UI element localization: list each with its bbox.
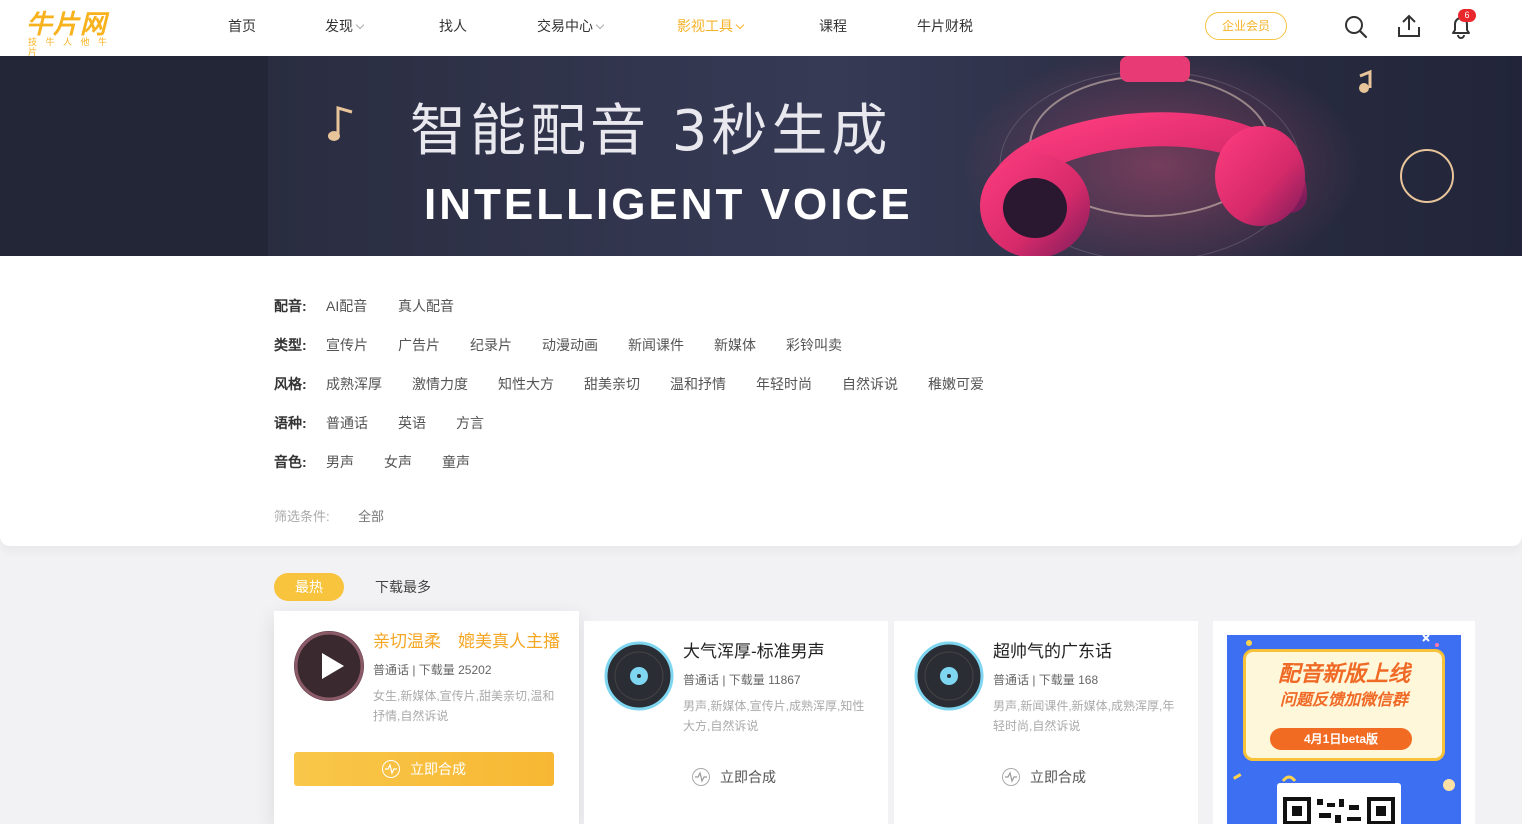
vinyl-disc-icon[interactable] [914,641,984,711]
nav-label: 影视工具 [677,18,733,34]
nav-label: 交易中心 [537,18,593,34]
top-navbar: 牛片网 技 牛 人 他 牛 片 首页 发现 找人 交易中心 影视工具 课程 牛片… [0,0,1522,57]
promo-banner[interactable]: 配音新版上线 问题反馈加微信群 4月1日beta版 [1227,635,1461,824]
nav-label: 找人 [439,18,467,34]
play-button[interactable] [294,631,364,701]
synthesize-link[interactable]: 立即合成 [692,767,776,787]
filter-option[interactable]: 童声 [442,452,470,472]
selected-conditions-value[interactable]: 全部 [358,508,384,526]
qr-code-icon [1277,783,1401,824]
promo-date-badge: 4月1日beta版 [1270,728,1412,750]
voice-card[interactable]: 亲切温柔 媲美真人主播 普通话 | 下载量 25202 女生,新媒体,宣传片,甜… [274,611,579,824]
promo-subtitle: 问题反馈加微信群 [1279,692,1408,709]
synthesize-label: 立即合成 [720,769,776,785]
filter-option[interactable]: 男声 [326,452,354,472]
filter-option[interactable]: 普通话 [326,413,368,433]
promo-card[interactable]: 配音新版上线 问题反馈加微信群 4月1日beta版 [1213,621,1475,824]
nav-finance-tax[interactable]: 牛片财税 [917,17,973,35]
enterprise-member-button[interactable]: 企业会员 [1205,12,1287,40]
logo-tagline: 技 牛 人 他 牛 片 [28,37,111,57]
nav-video-tools[interactable]: 影视工具 [677,17,745,35]
upload-icon[interactable] [1396,12,1422,40]
filter-option[interactable]: 自然诉说 [842,374,898,394]
filter-option[interactable]: 纪录片 [470,335,512,355]
filter-option[interactable]: 广告片 [398,335,440,355]
promo-notice: 配音新版上线 问题反馈加微信群 4月1日beta版 [1243,649,1445,761]
nav-label: 首页 [228,18,256,34]
filter-label: 音色: [274,454,307,470]
nav-find-people[interactable]: 找人 [439,17,467,35]
filter-option[interactable]: 激情力度 [412,374,468,394]
voice-title: 大气浑厚-标准男声 [683,642,825,661]
nav-label: 牛片财税 [917,18,973,34]
voice-title: 超帅气的广东话 [993,642,1112,661]
filter-label: 配音: [274,298,307,314]
tab-hottest[interactable]: 最热 [274,573,344,601]
filter-option[interactable]: 成熟浑厚 [326,374,382,394]
filter-option[interactable]: 方言 [456,413,484,433]
notification-badge: 6 [1458,9,1476,22]
headphones-illustration [960,56,1454,256]
waveform-icon [692,768,710,786]
waveform-icon [1002,768,1020,786]
logo-text: 牛片网 [26,9,108,39]
filter-option[interactable]: 宣传片 [326,335,368,355]
hero-banner: 智能配音 3秒生成 INTELLIGENT VOICE [0,56,1522,256]
tab-most-downloaded[interactable]: 下载最多 [375,577,431,597]
voice-tags: 男声,新闻课件,新媒体,成熟浑厚,年轻时尚,自然诉说 [993,699,1175,733]
filter-option[interactable]: 彩铃叫卖 [786,335,842,355]
filter-option[interactable]: 甜美亲切 [584,374,640,394]
nav-home[interactable]: 首页 [228,17,256,35]
synthesize-label: 立即合成 [410,761,466,777]
music-note-icon [328,106,353,141]
voice-card[interactable]: 大气浑厚-标准男声 普通话 | 下载量 11867 男声,新媒体,宣传片,成熟浑… [584,621,888,824]
nav-trade-center[interactable]: 交易中心 [537,17,605,35]
filter-option[interactable]: 真人配音 [398,296,454,316]
filter-option[interactable]: AI配音 [326,296,367,316]
filter-option[interactable]: 女声 [384,452,412,472]
filter-option[interactable]: 知性大方 [498,374,554,394]
nav-courses[interactable]: 课程 [819,17,847,35]
banner-subtitle: INTELLIGENT VOICE [424,180,913,229]
site-logo[interactable]: 牛片网 技 牛 人 他 牛 片 [26,9,126,57]
banner-title: 智能配音 3秒生成 [410,99,892,164]
synthesize-link[interactable]: 立即合成 [1002,767,1086,787]
synthesize-label: 立即合成 [1030,769,1086,785]
voice-meta: 普通话 | 下载量 25202 [373,663,492,677]
chevron-down-icon [355,20,365,30]
filter-option[interactable]: 新闻课件 [628,335,684,355]
chevron-down-icon [735,20,745,30]
vinyl-disc-icon[interactable] [604,641,674,711]
filter-option[interactable]: 温和抒情 [670,374,726,394]
search-icon[interactable] [1343,12,1369,40]
voice-tags: 男声,新媒体,宣传片,成熟浑厚,知性大方,自然诉说 [683,699,865,733]
filter-option[interactable]: 年轻时尚 [756,374,812,394]
synthesize-button[interactable]: 立即合成 [294,752,554,786]
filter-option[interactable]: 稚嫩可爱 [928,374,984,394]
selected-conditions-label: 筛选条件: [274,509,330,524]
nav-discover[interactable]: 发现 [325,17,365,35]
filter-label: 风格: [274,376,307,392]
chevron-down-icon [595,20,605,30]
filter-label: 类型: [274,337,307,353]
filter-label: 语种: [274,415,307,431]
voice-meta: 普通话 | 下载量 168 [993,673,1099,687]
voice-tags: 女生,新媒体,宣传片,甜美亲切,温和抒情,自然诉说 [373,689,555,723]
filter-panel: 配音: AI配音 真人配音 类型: 宣传片 广告片 纪录片 动漫动画 新闻课件 … [0,256,1522,546]
filter-option[interactable]: 英语 [398,413,426,433]
voice-meta: 普通话 | 下载量 11867 [683,673,801,687]
nav-label: 课程 [819,18,847,34]
voice-title: 亲切温柔 媲美真人主播 [373,632,560,651]
nav-label: 发现 [325,18,353,34]
promo-title: 配音新版上线 [1277,661,1410,686]
filter-option[interactable]: 新媒体 [714,335,756,355]
waveform-icon [382,760,400,778]
voice-card[interactable]: 超帅气的广东话 普通话 | 下载量 168 男声,新闻课件,新媒体,成熟浑厚,年… [894,621,1198,824]
filter-option[interactable]: 动漫动画 [542,335,598,355]
